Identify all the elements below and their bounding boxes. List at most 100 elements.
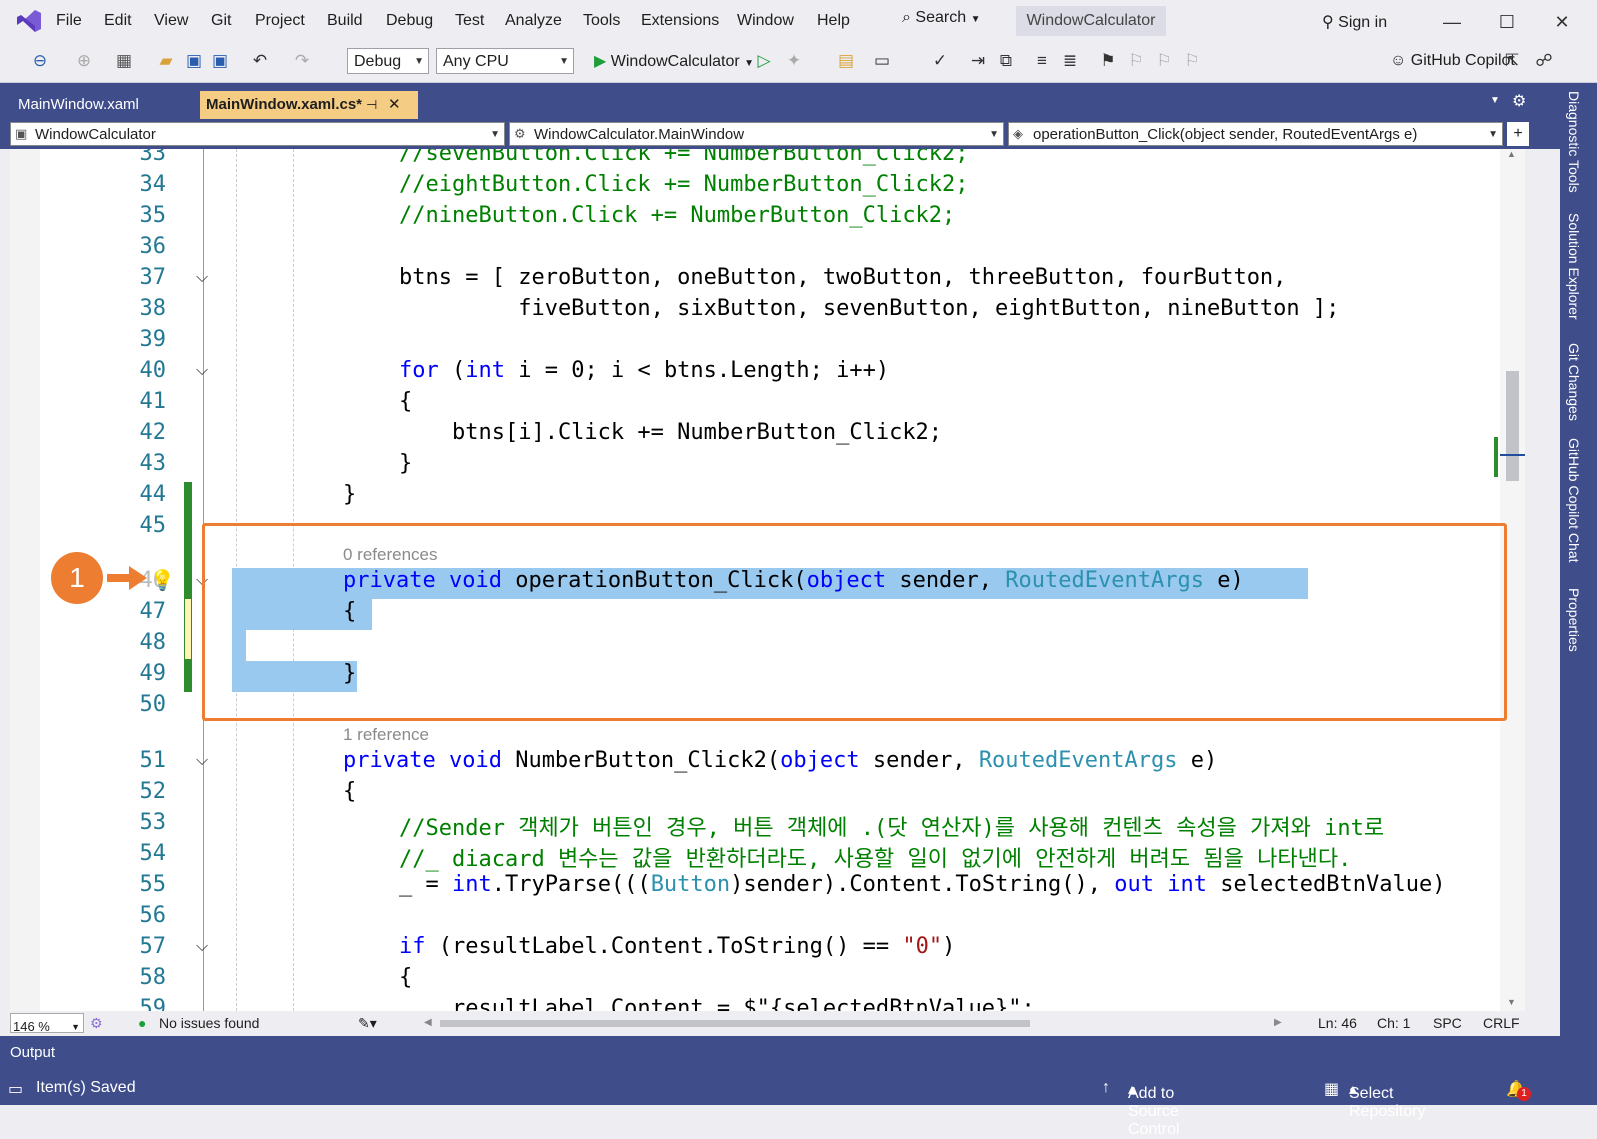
feedback-icon[interactable]: ☍: [1534, 51, 1554, 71]
line-ending-indicator[interactable]: CRLF: [1483, 1015, 1520, 1031]
collapse-icon[interactable]: ⌵: [196, 752, 208, 770]
collapse-icon[interactable]: ⌵: [196, 938, 208, 956]
zoom-select[interactable]: 146 % ▼: [10, 1013, 84, 1034]
line-number: 54: [139, 841, 167, 866]
back-icon[interactable]: ⊖: [30, 51, 50, 71]
pin-icon[interactable]: ⊣: [366, 91, 377, 119]
configuration-select[interactable]: Debug ▼: [347, 48, 429, 74]
code-line: {: [399, 965, 413, 990]
bookmark-icon[interactable]: ⚑: [1098, 51, 1118, 71]
solution-explorer-icon[interactable]: ▤: [836, 51, 856, 71]
search-button[interactable]: ⌕ Search ▼: [902, 9, 980, 33]
menu-window[interactable]: Window: [737, 12, 794, 30]
chevron-down-icon: ▼: [559, 56, 569, 67]
spell-check-icon[interactable]: ✓: [930, 51, 950, 71]
tab-github-copilot-chat[interactable]: GitHub Copilot Chat: [1566, 438, 1582, 563]
tab-mainwindow-xaml-cs[interactable]: MainWindow.xaml.cs* ⊣ ✕: [200, 91, 418, 119]
close-tab-icon[interactable]: ✕: [388, 91, 401, 119]
whitespace-indicator[interactable]: SPC: [1433, 1015, 1462, 1031]
platform-select[interactable]: Any CPU ▼: [436, 48, 574, 74]
scroll-left-icon[interactable]: ◀: [424, 1017, 432, 1028]
collapse-icon[interactable]: ⌵: [196, 269, 208, 287]
navigation-bar: ▣ WindowCalculator ▼ ⚙ WindowCalculator.…: [0, 119, 1560, 149]
github-copilot-button[interactable]: ☺ GitHub Copilot: [1390, 52, 1515, 70]
settings-gear-icon[interactable]: ⚙: [1512, 91, 1526, 111]
select-repository[interactable]: Select Repository ▴: [1349, 1079, 1425, 1120]
share-icon[interactable]: ⇱: [1502, 51, 1522, 71]
visual-studio-logo-icon[interactable]: [16, 9, 42, 33]
chevron-down-icon: ▼: [490, 129, 500, 140]
codelens-references[interactable]: 1 reference: [343, 725, 429, 745]
uncomment-icon[interactable]: ≣: [1060, 51, 1080, 71]
zoom-value: 146 %: [13, 1019, 50, 1034]
tab-mainwindow-xaml[interactable]: MainWindow.xaml: [12, 91, 200, 119]
copy-icon[interactable]: ⧉: [996, 51, 1016, 71]
clear-bookmarks-icon[interactable]: ⚐: [1182, 51, 1202, 71]
line-number: 41: [139, 389, 167, 414]
notification-badge: 1: [1517, 1087, 1531, 1101]
line-number: 38: [139, 296, 167, 321]
next-bookmark-icon[interactable]: ⚐: [1154, 51, 1174, 71]
scroll-right-icon[interactable]: ▶: [1274, 1017, 1282, 1028]
maximize-icon[interactable]: ☐: [1487, 8, 1527, 36]
split-editor-icon[interactable]: +: [1507, 122, 1529, 146]
code-cleanup-icon[interactable]: ✎▾: [358, 1015, 377, 1032]
menu-debug[interactable]: Debug: [386, 12, 433, 30]
member-dropdown[interactable]: ◈ operationButton_Click(object sender, R…: [1008, 122, 1503, 146]
output-panel-tab[interactable]: Output: [0, 1036, 1597, 1073]
minimize-icon[interactable]: —: [1432, 8, 1472, 36]
scrollbar-thumb[interactable]: [1506, 371, 1519, 481]
copilot-status-icon[interactable]: ⚙: [90, 1015, 103, 1032]
open-folder-icon[interactable]: ▰: [156, 51, 176, 71]
comment-icon[interactable]: ≡: [1032, 51, 1052, 71]
menu-project[interactable]: Project: [255, 12, 305, 30]
menu-build[interactable]: Build: [327, 12, 363, 30]
status-message: Item(s) Saved: [36, 1079, 136, 1096]
close-icon[interactable]: ✕: [1542, 8, 1582, 36]
line-number: 39: [139, 327, 167, 352]
menu-file[interactable]: File: [56, 12, 82, 30]
save-icon[interactable]: ▣: [184, 51, 204, 71]
project-dropdown[interactable]: ▣ WindowCalculator ▼: [10, 122, 505, 146]
save-all-icon[interactable]: ▣: [210, 51, 230, 71]
lightbulb-icon[interactable]: 💡: [150, 568, 175, 593]
line-indicator[interactable]: Ln: 46: [1318, 1015, 1357, 1031]
status-bar: ▭ Item(s) Saved ↑ Add to Source Control …: [0, 1073, 1597, 1138]
menu-git[interactable]: Git: [211, 12, 231, 30]
menu-test[interactable]: Test: [455, 12, 484, 30]
tab-solution-explorer[interactable]: Solution Explorer: [1566, 213, 1582, 320]
tab-overflow-icon[interactable]: ▼: [1490, 95, 1500, 106]
undo-icon[interactable]: ↶: [250, 51, 270, 71]
issues-status[interactable]: No issues found: [159, 1015, 259, 1031]
column-indicator[interactable]: Ch: 1: [1377, 1015, 1410, 1031]
menu-edit[interactable]: Edit: [104, 12, 132, 30]
collapse-icon[interactable]: ⌵: [196, 362, 208, 380]
hot-reload-icon[interactable]: ✦: [784, 51, 804, 71]
start-without-debugging-icon[interactable]: ▷: [754, 51, 774, 71]
change-bar: [184, 482, 192, 692]
add-to-source-control[interactable]: Add to Source Control ▴: [1128, 1079, 1180, 1138]
scroll-down-icon[interactable]: ▼: [1507, 997, 1516, 1007]
code-line: {: [399, 389, 413, 414]
menu-extensions[interactable]: Extensions: [641, 12, 719, 30]
scroll-up-icon[interactable]: ▲: [1507, 149, 1516, 159]
indicator-margin[interactable]: [10, 149, 40, 1011]
redo-icon[interactable]: ↷: [292, 51, 312, 71]
tab-git-changes[interactable]: Git Changes: [1566, 343, 1582, 421]
start-debugging-button[interactable]: ▶ WindowCalculator ▼: [594, 51, 754, 71]
sign-in-button[interactable]: ⚲ Sign in: [1322, 12, 1387, 32]
tab-properties[interactable]: Properties: [1566, 588, 1582, 652]
previous-bookmark-icon[interactable]: ⚐: [1126, 51, 1146, 71]
indent-icon[interactable]: ⇥: [968, 51, 988, 71]
menu-tools[interactable]: Tools: [583, 12, 620, 30]
horizontal-scrollbar-thumb[interactable]: [440, 1020, 1030, 1027]
new-project-icon[interactable]: ▦: [114, 51, 134, 71]
line-number: 33: [139, 149, 167, 166]
type-dropdown[interactable]: ⚙ WindowCalculator.MainWindow ▼: [509, 122, 1004, 146]
tab-diagnostic-tools[interactable]: Diagnostic Tools: [1566, 91, 1582, 193]
menu-view[interactable]: View: [154, 12, 188, 30]
menu-help[interactable]: Help: [817, 12, 850, 30]
menu-analyze[interactable]: Analyze: [505, 12, 562, 30]
layout-icon[interactable]: ▭: [872, 51, 892, 71]
forward-icon[interactable]: ⊕: [74, 51, 94, 71]
